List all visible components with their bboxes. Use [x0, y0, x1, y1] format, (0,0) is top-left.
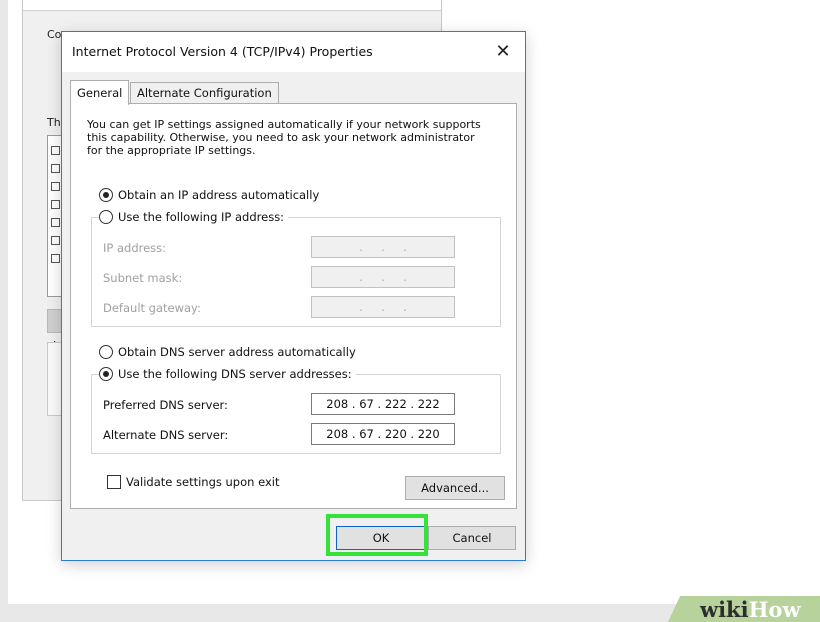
- background-label-this: Th: [47, 116, 61, 129]
- radio-selected-icon[interactable]: [99, 367, 113, 381]
- dialog-titlebar: Internet Protocol Version 4 (TCP/IPv4) P…: [62, 32, 525, 72]
- preferred-dns-label: Preferred DNS server:: [103, 398, 228, 412]
- advanced-button[interactable]: Advanced...: [405, 476, 505, 500]
- background-list-checkbox[interactable]: [51, 146, 60, 155]
- radio-selected-icon[interactable]: [99, 188, 113, 202]
- radio-unselected-icon[interactable]: [99, 345, 113, 359]
- tab-alternate-configuration[interactable]: Alternate Configuration: [130, 82, 279, 103]
- use-following-ip-option[interactable]: Use the following IP address:: [99, 209, 289, 225]
- description-line: this capability. Otherwise, you need to …: [87, 131, 475, 144]
- description-line: for the appropriate IP settings.: [87, 144, 256, 157]
- alternate-dns-label: Alternate DNS server:: [103, 428, 229, 442]
- alternate-dns-input[interactable]: 208 . 67 . 220 . 220: [311, 423, 455, 445]
- background-list-checkbox[interactable]: [51, 200, 60, 209]
- obtain-dns-auto-option[interactable]: Obtain DNS server address automatically: [99, 344, 356, 360]
- background-list-checkbox[interactable]: [51, 164, 60, 173]
- subnet-mask-input[interactable]: . . .: [311, 266, 455, 288]
- ip-address-input[interactable]: . . .: [311, 236, 455, 258]
- validate-label: Validate settings upon exit: [126, 475, 280, 489]
- tab-general[interactable]: General: [70, 80, 130, 105]
- watermark-part-how: How: [748, 597, 801, 622]
- ok-button-highlight: [326, 514, 428, 556]
- close-icon[interactable]: ✕: [491, 40, 515, 64]
- use-following-dns-label: Use the following DNS server addresses:: [118, 367, 352, 381]
- radio-unselected-icon[interactable]: [99, 210, 113, 224]
- ipv4-properties-dialog: Internet Protocol Version 4 (TCP/IPv4) P…: [61, 31, 526, 561]
- description-text: You can get IP settings assigned automat…: [87, 118, 507, 157]
- default-gateway-label: Default gateway:: [103, 301, 201, 315]
- background-window-titlebar: [23, 0, 441, 11]
- obtain-ip-auto-label: Obtain an IP address automatically: [118, 188, 320, 202]
- validate-settings-option[interactable]: Validate settings upon exit: [107, 475, 279, 489]
- wikihow-watermark: wikiHow: [700, 597, 801, 622]
- watermark-part-wiki: wiki: [700, 597, 749, 622]
- description-line: You can get IP settings assigned automat…: [87, 118, 481, 131]
- default-gateway-input[interactable]: . . .: [311, 296, 455, 318]
- background-label-connect: Co: [47, 28, 62, 41]
- general-tab-panel: You can get IP settings assigned automat…: [70, 103, 517, 509]
- dialog-title: Internet Protocol Version 4 (TCP/IPv4) P…: [72, 44, 373, 59]
- use-following-ip-label: Use the following IP address:: [118, 210, 285, 224]
- obtain-ip-auto-option[interactable]: Obtain an IP address automatically: [99, 187, 319, 203]
- background-list-checkbox[interactable]: [51, 182, 60, 191]
- background-list-checkbox[interactable]: [51, 218, 60, 227]
- obtain-dns-auto-label: Obtain DNS server address automatically: [118, 345, 356, 359]
- subnet-mask-label: Subnet mask:: [103, 271, 183, 285]
- validate-checkbox[interactable]: [107, 475, 121, 489]
- preferred-dns-input[interactable]: 208 . 67 . 222 . 222: [311, 393, 455, 415]
- ip-address-label: IP address:: [103, 241, 167, 255]
- background-list-checkbox[interactable]: [51, 236, 60, 245]
- use-following-dns-option[interactable]: Use the following DNS server addresses:: [99, 366, 356, 382]
- background-list-checkbox[interactable]: [51, 254, 60, 263]
- cancel-button[interactable]: Cancel: [428, 526, 516, 550]
